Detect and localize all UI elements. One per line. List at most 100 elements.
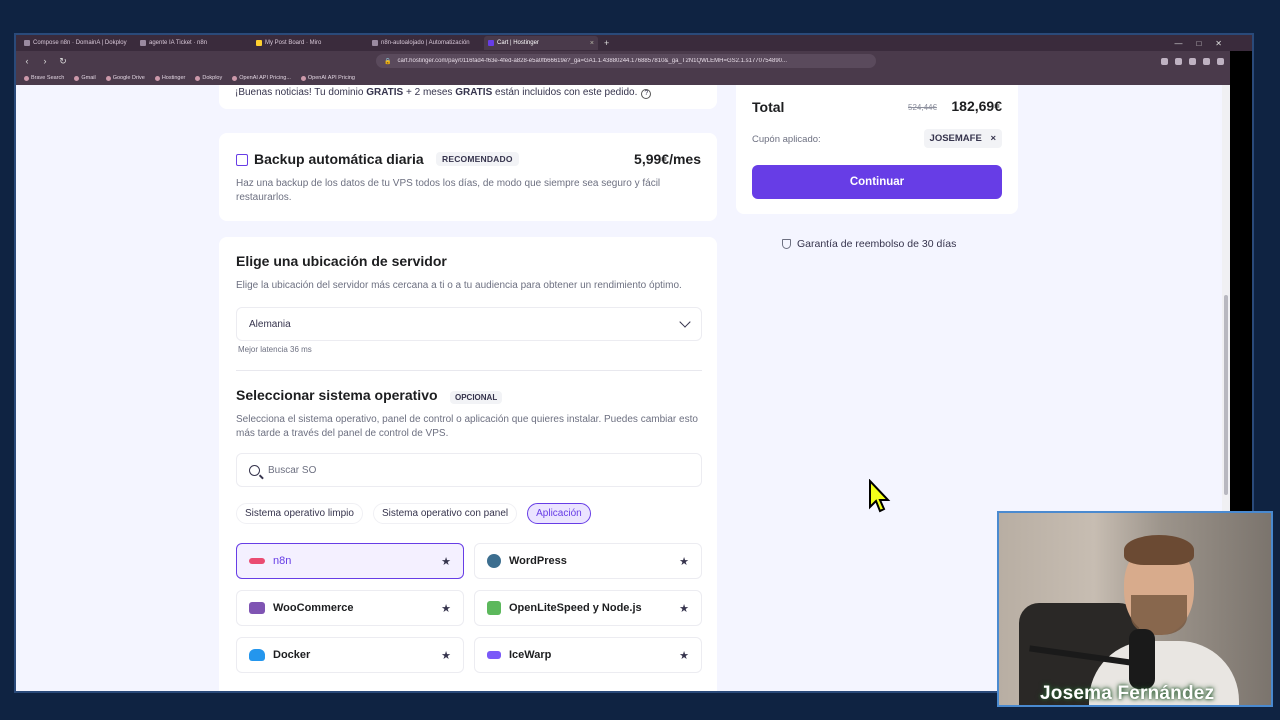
icewarp-logo-icon [487, 651, 501, 659]
bookmark-item[interactable]: OpenAI API Pricing... [232, 75, 291, 81]
bookmark-item[interactable]: Dokploy [195, 75, 222, 81]
extension-icon[interactable] [1175, 57, 1182, 65]
coupon-label: Cupón aplicado: [752, 134, 821, 145]
location-subtitle: Elige la ubicación del servidor más cerc… [236, 280, 682, 291]
chip-application[interactable]: Aplicación [527, 503, 591, 524]
extension-icon[interactable] [1217, 57, 1224, 65]
os-search-input[interactable]: Buscar SO [236, 453, 702, 487]
close-tab-icon[interactable]: × [590, 40, 594, 47]
backup-checkbox[interactable] [236, 154, 248, 166]
tab-favicon [488, 40, 494, 46]
app-label: OpenLiteSpeed y Node.js [509, 602, 642, 614]
star-icon[interactable]: ★ [679, 649, 689, 662]
app-label: Docker [273, 649, 311, 661]
app-grid: n8n ★ WordPress ★ WooCommerce ★ OpenLite… [236, 543, 702, 673]
star-icon[interactable]: ★ [441, 555, 451, 568]
browser-nav-bar: ‹ › ↻ 🔒 cart.hostinger.com/pay/0116fad4-… [16, 51, 1252, 71]
chip-clean-os[interactable]: Sistema operativo limpio [236, 503, 363, 524]
coupon-code: JOSEMAFE [929, 133, 982, 144]
mouse-cursor-icon [869, 479, 891, 513]
presenter-hair [1124, 535, 1194, 565]
app-option-wordpress[interactable]: WordPress ★ [474, 543, 702, 579]
money-back-guarantee: Garantía de reembolso de 30 días [782, 238, 956, 250]
bookmark-item[interactable]: Hostinger [154, 75, 186, 81]
microphone-icon [1129, 629, 1155, 689]
wordpress-logo-icon [487, 554, 501, 568]
bookmark-item[interactable]: Gmail [74, 75, 96, 81]
tab-n8n-agent[interactable]: agente IA Ticket · n8n [136, 36, 250, 50]
lock-icon: 🔒 [384, 58, 392, 65]
tab-n8n-selfhost[interactable]: n8n-autoalojado | Automatización [368, 36, 482, 50]
forward-icon[interactable]: › [40, 56, 50, 66]
os-subtitle: Selecciona el sistema operativo, panel d… [236, 414, 698, 439]
backup-title[interactable]: Backup automática diaria [254, 151, 424, 167]
bookmark-item[interactable]: Google Drive [105, 75, 145, 81]
total-price: 182,69€ [951, 98, 1002, 114]
maximize-icon[interactable]: □ [1196, 39, 1201, 48]
app-option-n8n[interactable]: n8n ★ [236, 543, 464, 579]
help-icon[interactable]: ? [641, 89, 652, 99]
tab-favicon [256, 40, 262, 46]
new-tab-icon[interactable]: + [600, 38, 613, 48]
app-option-icewarp[interactable]: IceWarp ★ [474, 637, 702, 673]
back-icon[interactable]: ‹ [22, 56, 32, 66]
app-label: WooCommerce [273, 602, 354, 614]
promo-free: GRATIS [455, 87, 493, 98]
chip-os-with-panel[interactable]: Sistema operativo con panel [372, 503, 518, 524]
star-icon[interactable]: ★ [679, 602, 689, 615]
bookmark-icon [195, 75, 201, 81]
order-summary-card: Total 524,44€ 182,69€ Cupón aplicado: JO… [736, 85, 1018, 214]
backup-price: 5,99€/mes [634, 151, 701, 167]
latency-note: Mejor latencia 36 ms [238, 345, 312, 354]
tab-dokploy[interactable]: Compose n8n · DomainA | Dokploy [20, 36, 134, 50]
extension-icon[interactable] [1189, 57, 1196, 65]
remove-coupon-icon[interactable]: × [990, 133, 996, 144]
bookmark-label: Dokploy [202, 75, 223, 81]
os-title: Seleccionar sistema operativo [236, 387, 438, 403]
bookmark-item[interactable]: OpenAI API Pricing [300, 75, 355, 81]
location-value: Alemania [249, 318, 291, 330]
star-icon[interactable]: ★ [441, 649, 451, 662]
app-label: WordPress [509, 555, 567, 567]
chevron-down-icon [679, 316, 691, 328]
location-select[interactable]: Alemania [236, 307, 702, 341]
divider [236, 370, 702, 371]
bookmark-icon [154, 75, 160, 81]
tab-hostinger-cart[interactable]: Cart | Hostinger × [484, 36, 598, 50]
bookmark-icon [74, 75, 80, 81]
os-category-chips: Sistema operativo limpio Sistema operati… [236, 503, 591, 524]
search-icon [249, 464, 260, 476]
star-icon[interactable]: ★ [679, 555, 689, 568]
bookmark-label: OpenAI API Pricing... [239, 75, 291, 81]
woocommerce-logo-icon [249, 602, 265, 614]
scrollbar-thumb[interactable] [1224, 295, 1228, 495]
bookmark-icon [24, 75, 29, 81]
extension-icon[interactable] [1203, 57, 1210, 65]
app-label: n8n [273, 555, 292, 567]
bookmark-label: Hostinger [161, 75, 186, 81]
bookmarks-bar: Brave Search Gmail Google Drive Hostinge… [16, 71, 1252, 85]
app-option-woocommerce[interactable]: WooCommerce ★ [236, 590, 464, 626]
bookmark-icon [232, 75, 238, 81]
tab-label: n8n-autoalojado | Automatización [381, 40, 470, 46]
star-icon[interactable]: ★ [441, 602, 451, 615]
bookmark-item[interactable]: Brave Search [24, 75, 64, 81]
tab-miro[interactable]: My Post Board · Miro [252, 36, 366, 50]
tab-label: Cart | Hostinger [497, 40, 539, 46]
browser-tab-bar: Compose n8n · DomainA | Dokploy agente I… [16, 35, 1252, 51]
continue-button[interactable]: Continuar [752, 165, 1002, 199]
tab-label: My Post Board · Miro [265, 40, 322, 46]
reload-icon[interactable]: ↻ [58, 56, 68, 67]
app-option-openlitespeed[interactable]: OpenLiteSpeed y Node.js ★ [474, 590, 702, 626]
extension-icon[interactable] [1161, 57, 1168, 65]
minimize-icon[interactable]: — [1174, 39, 1182, 48]
n8n-logo-icon [249, 558, 265, 564]
address-bar[interactable]: 🔒 cart.hostinger.com/pay/0116fad4-f63e-4… [376, 54, 876, 68]
bookmark-label: OpenAI API Pricing [307, 75, 355, 81]
close-window-icon[interactable]: ✕ [1215, 39, 1222, 48]
tab-favicon [24, 40, 30, 46]
tab-favicon [140, 40, 146, 46]
bookmark-label: Gmail [81, 75, 96, 81]
app-option-docker[interactable]: Docker ★ [236, 637, 464, 673]
location-title: Elige una ubicación de servidor [236, 253, 447, 269]
